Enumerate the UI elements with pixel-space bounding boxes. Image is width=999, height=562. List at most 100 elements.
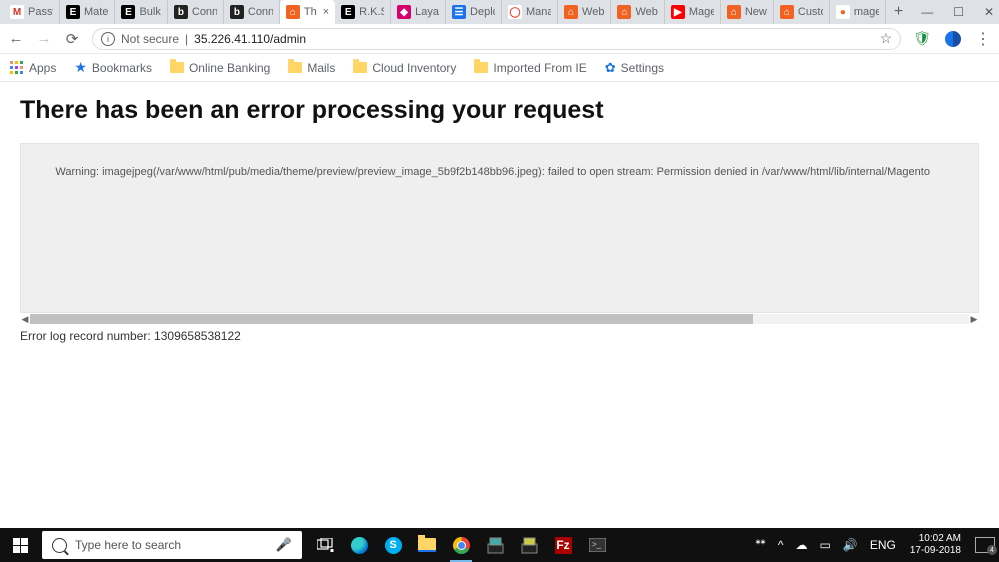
tab-label: Mate — [84, 6, 108, 18]
tab-label: Custo — [798, 6, 823, 18]
tab-favicon: ⌂ — [727, 5, 741, 19]
bookmark-folder-item[interactable]: Mails — [288, 61, 335, 75]
tab-label: Bulk — [139, 6, 160, 18]
settings-bookmark[interactable]: ✿ Settings — [605, 60, 664, 76]
tab-label: New — [745, 6, 767, 18]
file-explorer-icon[interactable] — [412, 528, 442, 562]
onedrive-icon[interactable]: ☁ — [796, 538, 808, 552]
browser-tab[interactable]: ◯Mana — [502, 0, 558, 24]
tray-person-icon[interactable]: ᕯ — [755, 537, 766, 553]
browser-tab[interactable]: ◆Laya — [391, 0, 446, 24]
address-bar[interactable]: i Not secure | 35.226.41.110/admin ☆ — [92, 28, 901, 50]
skype-icon[interactable]: S — [378, 528, 408, 562]
task-view-icon[interactable] — [310, 528, 340, 562]
bookmark-star-icon[interactable]: ☆ — [880, 30, 893, 47]
browser-tab[interactable]: ▶Mage — [665, 0, 721, 24]
apps-label: Apps — [29, 61, 56, 75]
url-text: 35.226.41.110/admin — [194, 32, 306, 46]
error-warning-text: Warning: imagejpeg(/var/www/html/pub/med… — [55, 166, 930, 178]
scrollbar-thumb[interactable] — [30, 314, 753, 324]
browser-tab[interactable]: ⌂ New — [721, 0, 774, 24]
site-info-icon[interactable]: i — [101, 32, 115, 46]
clock-time: 10:02 AM — [910, 533, 961, 545]
browser-tab[interactable]: ⌂ Web — [558, 0, 611, 24]
tab-favicon: ⌂ — [617, 5, 631, 19]
browser-tab[interactable]: EMate — [60, 0, 115, 24]
tab-label: Web — [635, 6, 657, 18]
bookmarks-folder[interactable]: ★ Bookmarks — [74, 59, 152, 76]
taskbar-clock[interactable]: 10:02 AM 17-09-2018 — [908, 533, 963, 557]
microphone-icon[interactable]: 🎤 — [276, 537, 292, 553]
browser-tab[interactable]: ⌂ Custo — [774, 0, 830, 24]
tab-favicon: ◯ — [508, 5, 522, 19]
edge-browser-icon[interactable] — [344, 528, 374, 562]
tray-expand-icon[interactable]: ^ — [778, 538, 784, 552]
putty-icon-1[interactable] — [480, 528, 510, 562]
chrome-icon[interactable] — [446, 528, 476, 562]
scroll-right-icon[interactable]: ▶ — [969, 314, 979, 325]
profile-avatar-icon[interactable] — [945, 31, 961, 47]
browser-tab[interactable]: bConn — [168, 0, 224, 24]
bookmarks-bar: Apps ★ Bookmarks Online Banking Mails Clou… — [0, 54, 999, 82]
close-window-icon[interactable]: ✕ — [984, 5, 994, 19]
forward-button[interactable]: → — [36, 30, 52, 47]
browser-tab[interactable]: M Passw — [4, 0, 60, 24]
windows-logo-icon — [13, 538, 28, 553]
bookmarks-label: Bookmarks — [92, 61, 152, 75]
bookmark-label: Mails — [307, 61, 335, 75]
tab-label: Web — [582, 6, 604, 18]
tab-favicon: E — [341, 5, 355, 19]
error-log-number: Error log record number: 1309658538122 — [20, 329, 979, 343]
network-icon[interactable]: ▭ — [820, 538, 831, 552]
terminal-icon[interactable]: >_ — [582, 528, 612, 562]
tab-favicon: b — [174, 5, 188, 19]
horizontal-scrollbar[interactable]: ◀ ▶ — [20, 313, 979, 325]
browser-tab[interactable]: ⌂ Web — [611, 0, 664, 24]
browser-tab[interactable]: ER.K.S — [335, 0, 391, 24]
browser-tab[interactable]: EBulk — [115, 0, 167, 24]
tab-label: Passw — [28, 6, 53, 18]
scrollbar-track[interactable] — [30, 314, 969, 324]
apps-button[interactable]: Apps — [10, 61, 56, 75]
new-tab-button[interactable]: + — [886, 3, 911, 21]
tab-label: Deplo — [470, 6, 495, 18]
tab-favicon: ⌂ — [564, 5, 578, 19]
browser-menu-icon[interactable]: ⋮ — [975, 29, 991, 49]
tab-favicon: ▶ — [671, 5, 685, 19]
filezilla-icon[interactable]: Fz — [548, 528, 578, 562]
tab-favicon: ⌂ — [286, 5, 300, 19]
tab-favicon: ⌂ — [780, 5, 794, 19]
tab-label: Laya — [415, 6, 439, 18]
tab-label: Th — [304, 6, 317, 18]
search-icon — [52, 538, 67, 553]
tab-favicon: M — [10, 5, 24, 19]
maximize-icon[interactable]: ☐ — [953, 5, 964, 19]
tab-label: mage — [854, 6, 879, 18]
folder-icon — [353, 62, 367, 73]
shield-icon[interactable]: 🛡 — [913, 30, 931, 47]
volume-icon[interactable]: 🔊 — [843, 538, 858, 552]
windows-taskbar: Type here to search 🎤 S Fz >_ ᕯ ^ ☁ ▭ 🔊 … — [0, 528, 999, 562]
bookmark-folder-item[interactable]: Cloud Inventory — [353, 61, 456, 75]
language-indicator[interactable]: ENG — [870, 538, 896, 552]
minimize-icon[interactable]: — — [921, 5, 933, 19]
taskbar-search[interactable]: Type here to search 🎤 — [42, 531, 302, 559]
reload-button[interactable]: ⟳ — [64, 30, 80, 48]
security-status: Not secure — [121, 32, 179, 46]
bookmark-folder-item[interactable]: Online Banking — [170, 61, 270, 75]
browser-tab[interactable]: ⌂ Th × — [280, 0, 335, 24]
taskbar-pinned-apps: S Fz >_ — [310, 528, 612, 562]
back-button[interactable]: ← — [8, 30, 24, 47]
action-center-icon[interactable] — [975, 537, 995, 553]
browser-tab-strip: MPasswEMateEBulkbConnbConn⌂Th×ER.K.S◆Lay… — [0, 0, 999, 24]
tab-close-icon[interactable]: × — [323, 6, 329, 18]
bookmark-folder-item[interactable]: Imported From IE — [474, 61, 586, 75]
browser-tab[interactable]: bConn — [224, 0, 280, 24]
browser-tab[interactable]: ●mage — [830, 0, 886, 24]
start-button[interactable] — [0, 528, 40, 562]
putty-icon-2[interactable] — [514, 528, 544, 562]
browser-tab[interactable]: ☰Deplo — [446, 0, 502, 24]
tab-favicon: b — [230, 5, 244, 19]
scroll-left-icon[interactable]: ◀ — [20, 314, 30, 325]
bookmark-label: Imported From IE — [493, 61, 586, 75]
